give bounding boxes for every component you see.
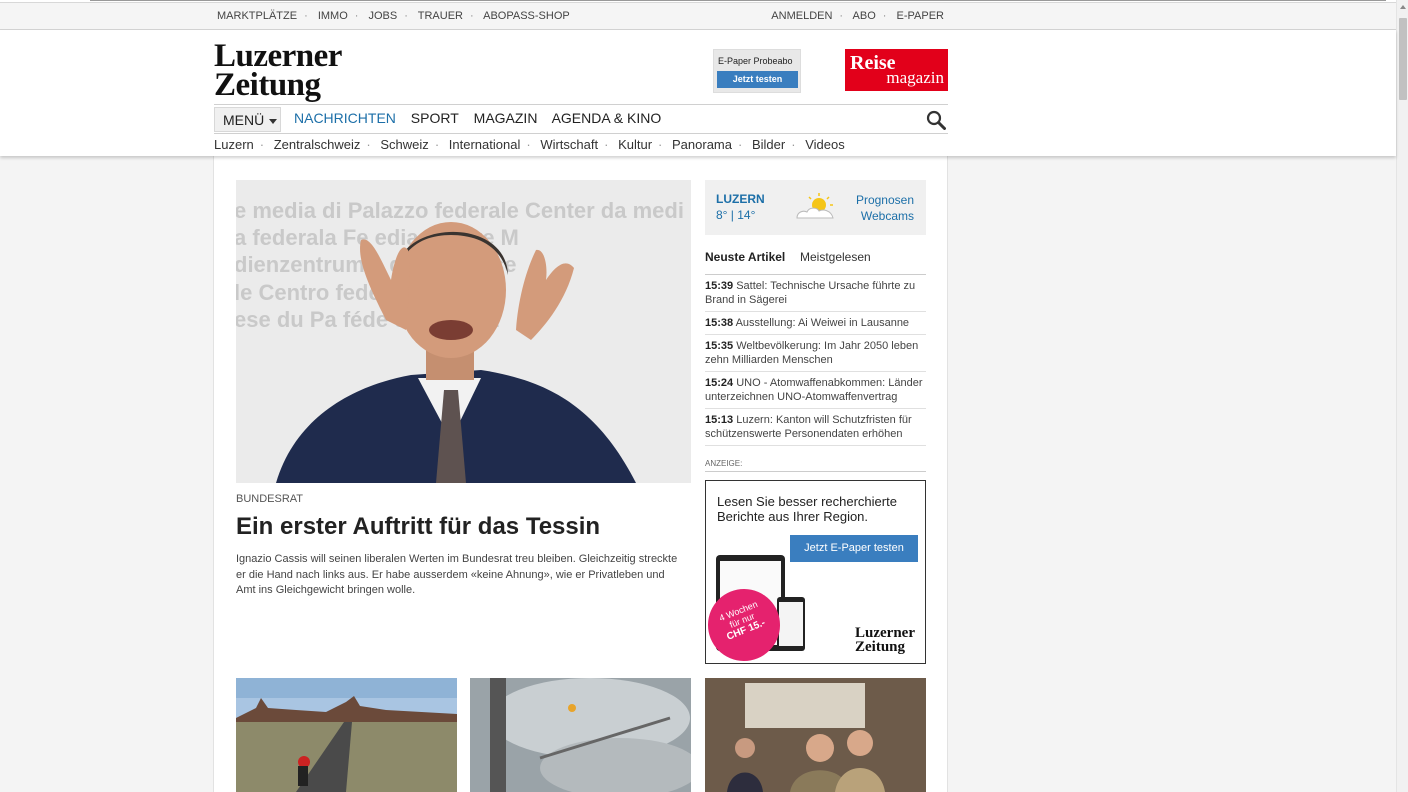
utility-links-left: MARKTPLÄTZE · IMMO · JOBS · TRAUER · ABOPASS… [217, 10, 570, 22]
nav-item-agenda-kino[interactable]: AGENDA & KINO [552, 110, 662, 126]
util-link-anmelden[interactable]: ANMELDEN [771, 10, 832, 22]
news-tabs: Neuste Artikel Meistgelesen [705, 250, 926, 275]
epaper-advertisement[interactable]: Lesen Sie besser recherchierte Berichte … [705, 480, 926, 664]
news-list: 15:39 Sattel: Technische Ursache führte … [705, 275, 926, 446]
phone-image [777, 597, 805, 651]
ad-logo: Luzerner Zeitung [855, 625, 915, 655]
vertical-scrollbar[interactable] [1396, 0, 1408, 792]
utility-bar: MARKTPLÄTZE · IMMO · JOBS · TRAUER · ABOPASS… [0, 3, 1396, 30]
util-link-jobs[interactable]: JOBS [369, 10, 398, 22]
util-link-immo[interactable]: IMMO [318, 10, 348, 22]
main-navigation: MENÜ NACHRICHTEN SPORT MAGAZIN AGENDA & … [214, 104, 948, 134]
weather-city[interactable]: LUZERN [716, 192, 765, 206]
site-header: Luzerner Zeitung E-Paper Probeabo Jetzt … [0, 30, 1396, 156]
list-item[interactable]: 15:39 Sattel: Technische Ursache führte … [705, 275, 926, 312]
hero-image[interactable]: e media di Palazzo federale Center da me… [236, 180, 691, 483]
util-link-trauer[interactable]: TRAUER [418, 10, 463, 22]
subnav-panorama[interactable]: Panorama [672, 137, 732, 152]
menu-button[interactable]: MENÜ [214, 107, 281, 132]
epaper-trial-title: E-Paper Probeabo [718, 56, 793, 66]
subnav-international[interactable]: International [449, 137, 521, 152]
subnav-schweiz[interactable]: Schweiz [380, 137, 428, 152]
subnav-videos[interactable]: Videos [805, 137, 845, 152]
weather-link-webcams[interactable]: Webcams [861, 209, 914, 223]
ad-epaper-button[interactable]: Jetzt E-Paper testen [790, 535, 918, 562]
list-item[interactable]: 15:24 UNO - Atomwaffenabkommen: Länder u… [705, 372, 926, 409]
teaser-image-fire[interactable] [470, 678, 691, 792]
util-link-epaper[interactable]: E-PAPER [897, 10, 944, 22]
list-item[interactable]: 15:38 Ausstellung: Ai Weiwei in Lausanne [705, 312, 926, 335]
scrollbar-thumb[interactable] [1399, 18, 1407, 100]
partly-sunny-icon [796, 193, 834, 219]
hero-kicker: BUNDESRAT [236, 493, 304, 505]
util-link-marktplaetze[interactable]: MARKTPLÄTZE [217, 10, 297, 22]
utility-links-right: ANMELDEN · ABO · E-PAPER [771, 10, 944, 22]
weather-link-prognosen[interactable]: Prognosen [856, 193, 914, 207]
tab-neuste-artikel[interactable]: Neuste Artikel [705, 250, 785, 264]
subnav-zentralschweiz[interactable]: Zentralschweiz [274, 137, 361, 152]
nav-item-magazin[interactable]: MAGAZIN [474, 110, 538, 126]
site-logo[interactable]: Luzerner Zeitung [214, 40, 342, 102]
search-icon[interactable] [926, 110, 946, 130]
teaser-image-cyclist[interactable] [236, 678, 457, 792]
subnav-wirtschaft[interactable]: Wirtschaft [540, 137, 598, 152]
ad-text: Lesen Sie besser recherchierte Berichte … [717, 494, 897, 524]
epaper-trial-banner[interactable]: E-Paper Probeabo Jetzt testen [713, 49, 801, 93]
nav-item-sport[interactable]: SPORT [411, 110, 459, 126]
sub-navigation: Luzern · Zentralschweiz · Schweiz · Interna… [214, 137, 845, 152]
tab-meistgelesen[interactable]: Meistgelesen [800, 250, 871, 264]
scroll-up-icon[interactable] [1400, 5, 1406, 9]
hero-lead: Ignazio Cassis will seinen liberalen Wer… [236, 553, 678, 596]
teaser-image-celebration[interactable] [705, 678, 926, 792]
util-link-abo[interactable]: ABO [853, 10, 876, 22]
svg-text:e media di Palazzo federale C: e media di Palazzo federale Center da me… [236, 198, 684, 223]
list-item[interactable]: 15:13 Luzern: Kanton will Schutzfristen … [705, 409, 926, 446]
ad-label: ANZEIGE: [705, 459, 926, 472]
subnav-luzern[interactable]: Luzern [214, 137, 254, 152]
weather-widget: LUZERN 8° | 14° Prognosen Webcams [705, 180, 926, 235]
caret-down-icon [269, 118, 278, 124]
nav-item-nachrichten[interactable]: NACHRICHTEN [294, 110, 396, 126]
reisemagazin-banner[interactable]: Reise magazin [845, 49, 948, 91]
subnav-kultur[interactable]: Kultur [618, 137, 652, 152]
weather-temp: 8° | 14° [716, 208, 756, 222]
epaper-trial-button[interactable]: Jetzt testen [717, 71, 798, 88]
subnav-bilder[interactable]: Bilder [752, 137, 785, 152]
hero-headline[interactable]: Ein erster Auftritt für das Tessin [236, 513, 600, 541]
list-item[interactable]: 15:35 Weltbevölkerung: Im Jahr 2050 lebe… [705, 335, 926, 372]
util-link-abopass-shop[interactable]: ABOPASS-SHOP [483, 10, 570, 22]
